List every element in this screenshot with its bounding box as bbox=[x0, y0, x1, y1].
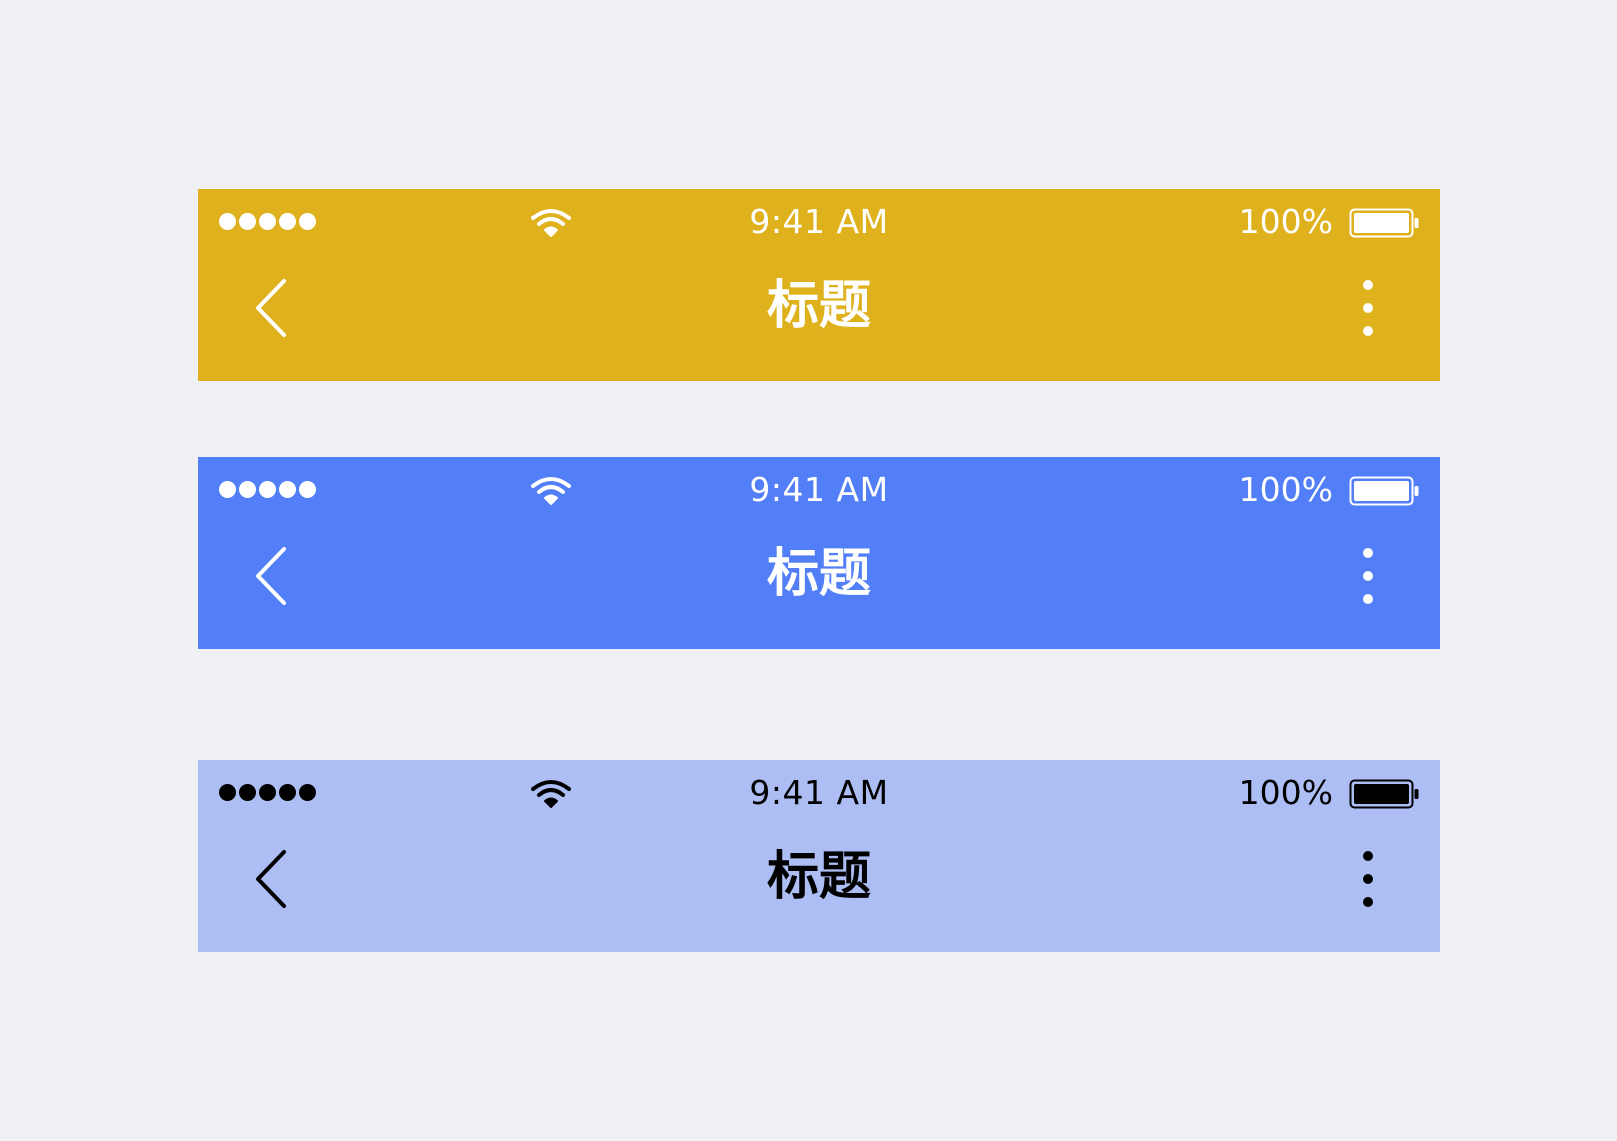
page-title: 标题 bbox=[766, 276, 871, 336]
navigation-bar: 标题 bbox=[198, 523, 1440, 649]
battery-percentage: 100% bbox=[1238, 470, 1333, 509]
battery-icon bbox=[1349, 208, 1419, 238]
status-bar: 9:41 AM 100% bbox=[198, 760, 1440, 826]
more-vertical-icon[interactable] bbox=[1348, 275, 1388, 341]
page-title: 标题 bbox=[766, 544, 871, 604]
page-title: 标题 bbox=[766, 847, 871, 907]
navigation-bar: 标题 bbox=[198, 826, 1440, 952]
navigation-bar: 标题 bbox=[198, 255, 1440, 381]
battery-icon bbox=[1349, 779, 1419, 809]
navbar-blue: 9:41 AM 100% 标题 bbox=[198, 457, 1440, 649]
battery-percentage: 100% bbox=[1238, 202, 1333, 241]
navbar-yellow: 9:41 AM 100% 标题 bbox=[198, 189, 1440, 381]
battery-icon bbox=[1349, 476, 1419, 506]
more-vertical-icon[interactable] bbox=[1348, 543, 1388, 609]
battery-percentage: 100% bbox=[1238, 773, 1333, 812]
status-bar: 9:41 AM 100% bbox=[198, 457, 1440, 523]
more-vertical-icon[interactable] bbox=[1348, 846, 1388, 912]
status-bar: 9:41 AM 100% bbox=[198, 189, 1440, 255]
navbar-light-blue: 9:41 AM 100% 标题 bbox=[198, 760, 1440, 952]
